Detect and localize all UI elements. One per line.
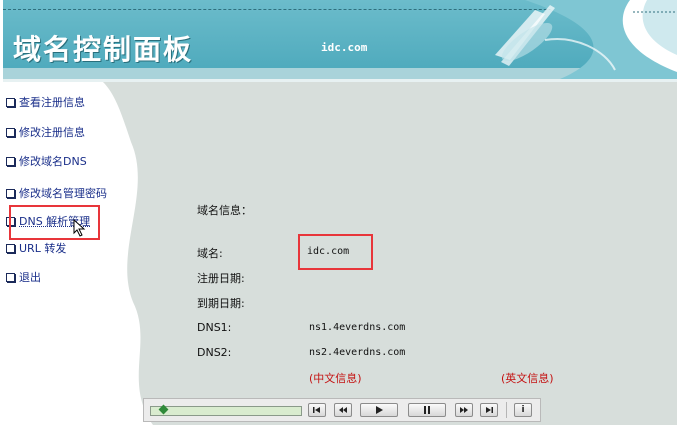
seek-knob[interactable] — [158, 404, 169, 415]
sidebar-item-change-password[interactable]: 修改域名管理密码 — [6, 185, 107, 201]
sidebar-item-logout[interactable]: 退出 — [6, 269, 41, 285]
sidebar-item-label: 修改注册信息 — [19, 126, 85, 139]
sidebar-item-view-registration[interactable]: 查看注册信息 — [6, 94, 85, 110]
bullet-box-icon — [6, 272, 15, 282]
dns1-value: ns1.4everdns.com — [309, 322, 406, 333]
sidebar-item-label: 退出 — [19, 271, 41, 284]
pause-button[interactable] — [408, 403, 446, 417]
info-button[interactable]: i — [514, 403, 532, 417]
domain-label: 域名: — [197, 247, 223, 260]
sidebar-item-url-forwarding[interactable]: URL 转发 — [6, 240, 66, 256]
sidebar-item-label: 查看注册信息 — [19, 96, 85, 109]
dns1-label: DNS1: — [197, 321, 232, 334]
fast-forward-icon — [460, 407, 468, 413]
play-button[interactable] — [360, 403, 398, 417]
domain-value-highlight-box — [298, 234, 373, 270]
domain-control-panel-window: 域名控制面板 idc.com 查看注册信息 修改注册信息 修改域名DNS 修改域… — [3, 0, 677, 425]
english-info-link[interactable]: (英文信息) — [501, 370, 554, 386]
sidebar-item-label: 修改域名DNS — [19, 155, 87, 168]
bullet-box-icon — [6, 97, 15, 107]
sidebar-item-label: 修改域名管理密码 — [19, 187, 107, 200]
header-decoration-graphic — [495, 0, 677, 79]
domain-info-heading: 域名信息： — [197, 204, 252, 217]
expiration-date-label: 到期日期: — [197, 297, 245, 310]
skip-back-icon — [313, 407, 320, 413]
info-icon: i — [521, 405, 525, 415]
sidebar-item-label: URL 转发 — [19, 242, 67, 255]
dns2-label: DNS2: — [197, 346, 232, 359]
header-banner: 域名控制面板 idc.com — [3, 0, 677, 82]
chinese-info-link[interactable]: (中文信息) — [309, 370, 362, 386]
sidebar-item-edit-dns[interactable]: 修改域名DNS — [6, 153, 87, 169]
skip-forward-icon — [486, 407, 493, 413]
rewind-icon — [339, 407, 347, 413]
registration-date-label: 注册日期: — [197, 272, 245, 285]
bullet-box-icon — [6, 156, 15, 166]
pause-icon — [424, 406, 430, 414]
bullet-box-icon — [6, 243, 15, 253]
rewind-button[interactable] — [334, 403, 352, 417]
player-separator — [506, 402, 507, 418]
skip-forward-button[interactable] — [480, 403, 498, 417]
dns2-value: ns2.4everdns.com — [309, 347, 406, 358]
sidebar-item-edit-registration[interactable]: 修改注册信息 — [6, 124, 85, 140]
play-icon — [376, 406, 383, 414]
fast-forward-button[interactable] — [455, 403, 473, 417]
bullet-box-icon — [6, 127, 15, 137]
skip-back-button[interactable] — [308, 403, 326, 417]
content-area: 查看注册信息 修改注册信息 修改域名DNS 修改域名管理密码 DNS 解析管理 … — [3, 82, 677, 425]
bullet-box-icon — [6, 188, 15, 198]
page-title: 域名控制面板 — [13, 33, 194, 66]
header-domain: idc.com — [321, 41, 368, 54]
media-player-bar: i — [143, 398, 541, 422]
sidebar-nav: 查看注册信息 修改注册信息 修改域名DNS 修改域名管理密码 DNS 解析管理 … — [3, 82, 133, 425]
mouse-pointer-icon — [73, 219, 86, 237]
seek-bar[interactable] — [150, 404, 302, 416]
